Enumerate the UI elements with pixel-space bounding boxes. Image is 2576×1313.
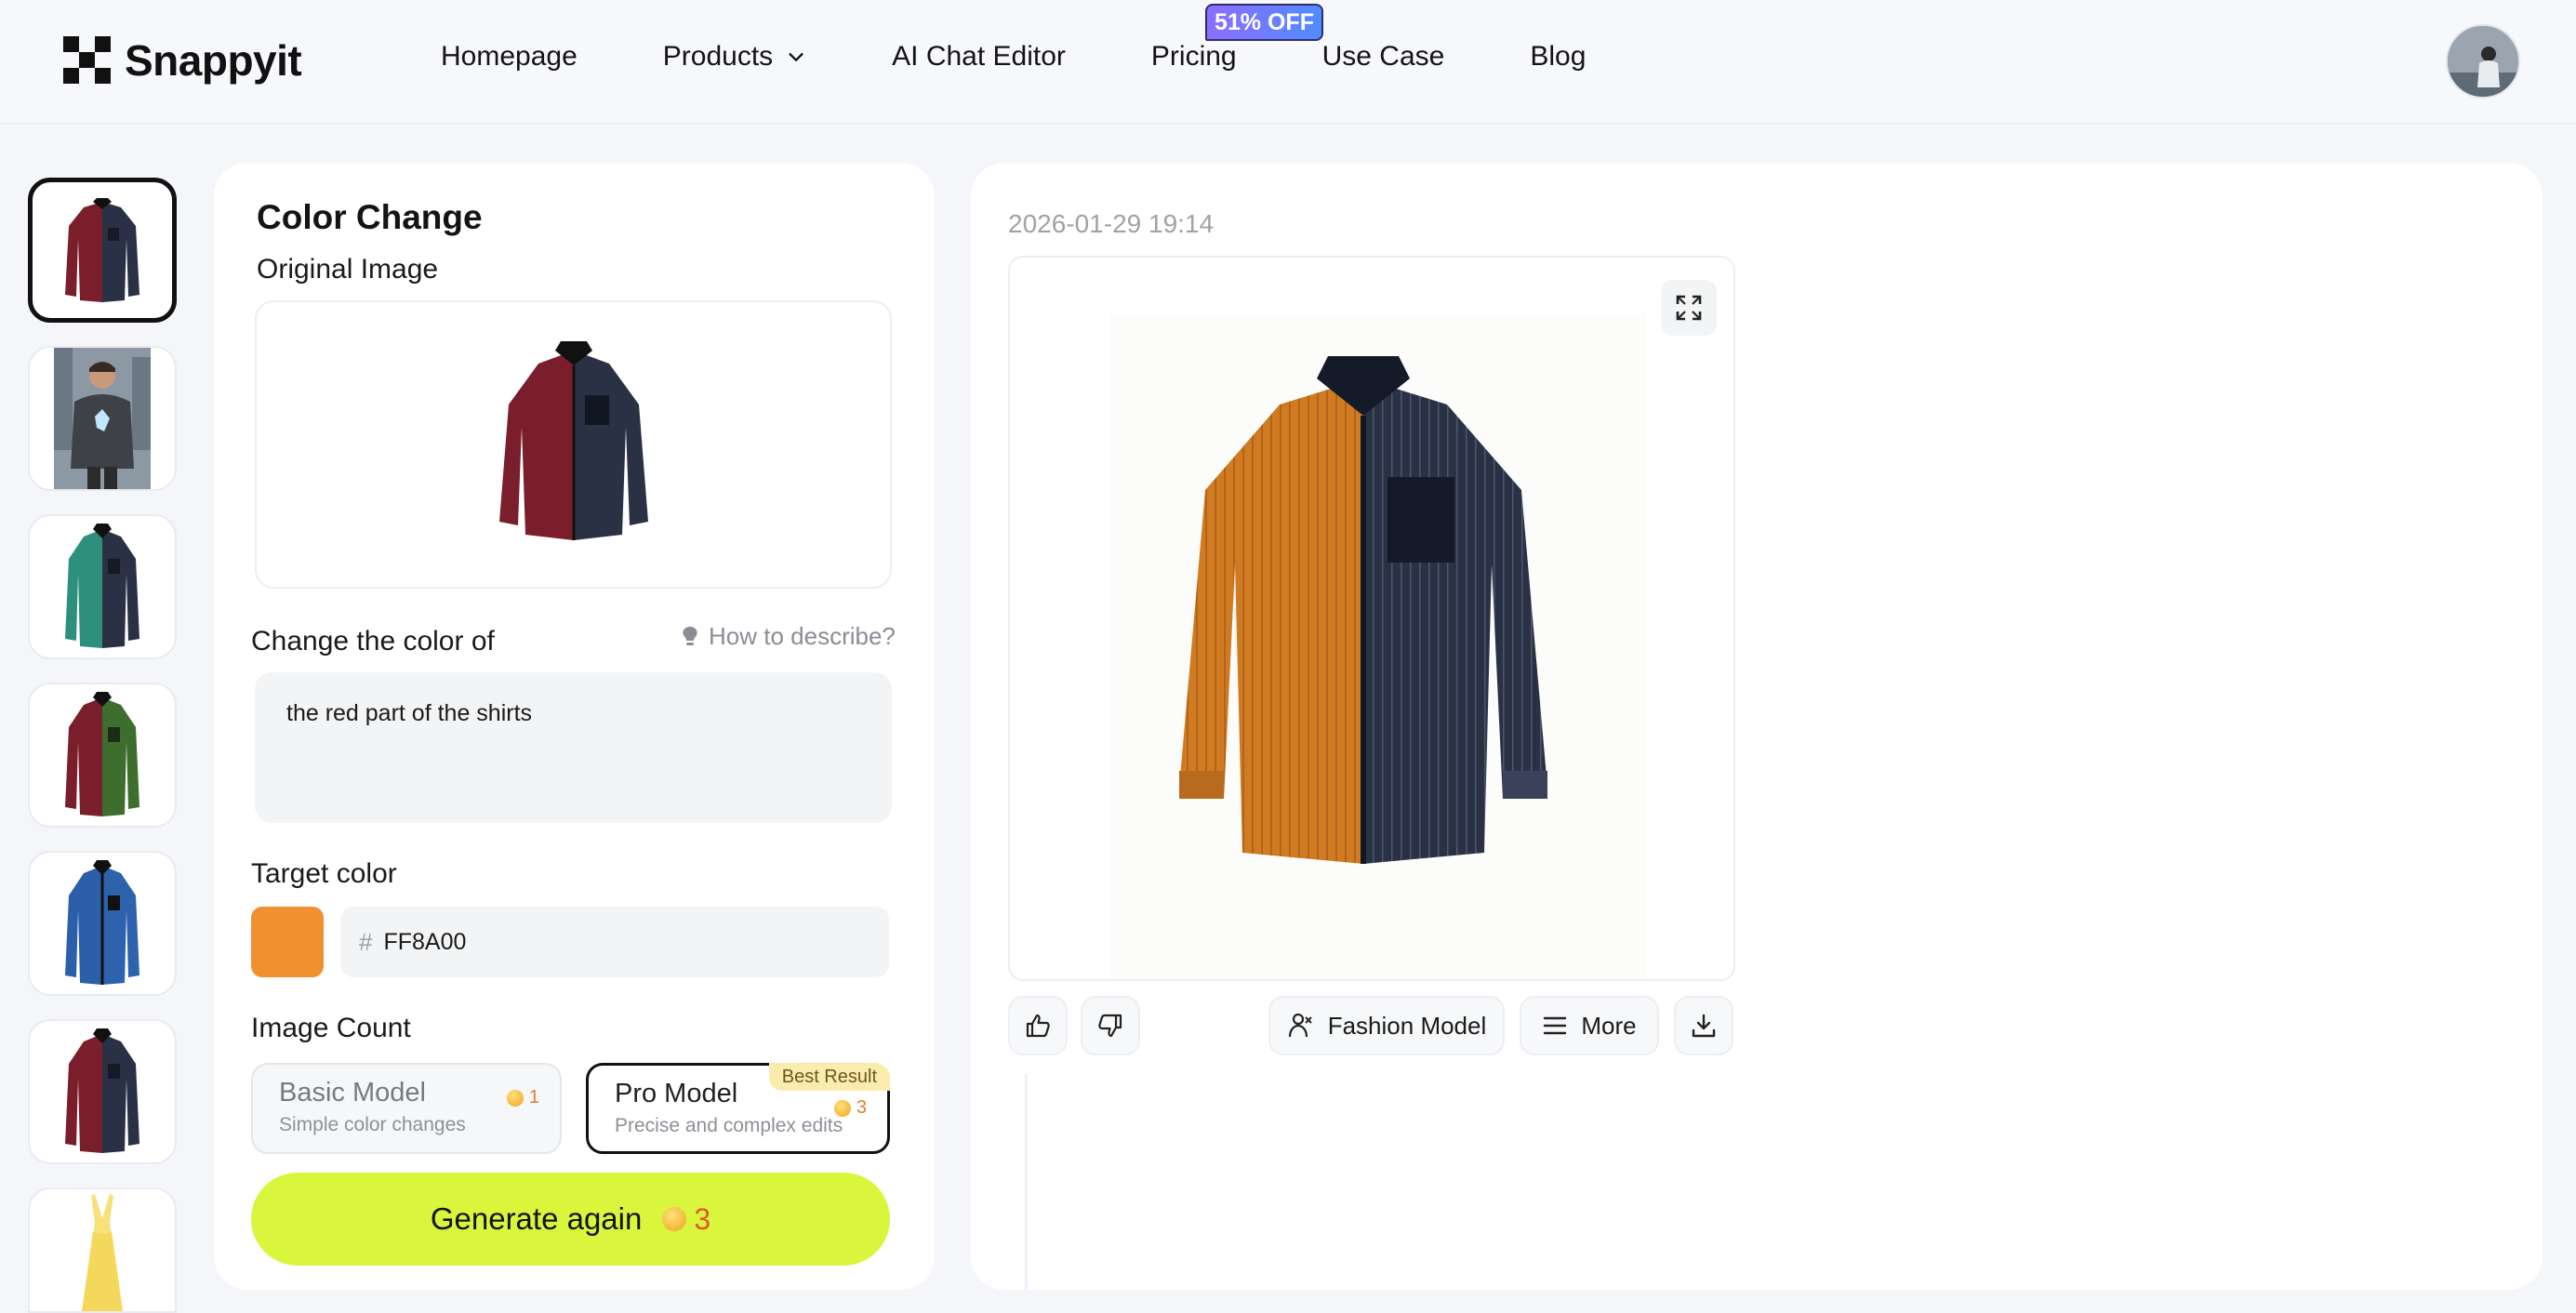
original-image-label: Original Image [257,254,439,285]
basic-model-desc: Simple color changes [279,1114,466,1135]
main-nav: Homepage Products AI Chat Editor Pricing… [441,41,1586,73]
nav-products-label: Products [662,41,774,72]
color-swatch-picker[interactable] [251,907,324,977]
top-nav-bar: Snappyit Homepage Products AI Chat Edito… [0,0,2576,125]
hex-color-input[interactable]: # FF8A00 [340,907,889,977]
dress-thumbnail-image [82,1193,123,1311]
result-shirt-image [1179,356,1547,864]
divider-line [1025,1074,1028,1290]
expand-button[interactable] [1661,280,1717,336]
result-timestamp: 2026-01-29 19:14 [1008,209,1215,238]
coin-icon [833,1099,851,1117]
hoodie-thumbnail-image [54,348,151,489]
expand-icon [1676,295,1702,321]
thumbs-down-icon [1098,1014,1122,1038]
hex-value: FF8A00 [383,928,467,955]
like-button[interactable] [1008,996,1068,1055]
nav-homepage[interactable]: Homepage [441,41,578,73]
how-to-describe-link[interactable]: How to describe? [679,622,896,651]
download-icon [1692,1014,1716,1038]
panel-title: Color Change [257,198,483,236]
generate-cost: 3 [662,1202,710,1237]
coin-icon [506,1089,524,1107]
chevron-down-icon [789,53,803,61]
shirt-thumbnail-image [65,1028,139,1153]
generate-label: Generate again [430,1201,643,1236]
shirt-thumbnail-image [65,198,139,302]
dislike-button[interactable] [1081,996,1140,1055]
color-change-panel: Color Change Original Image Change the c… [214,163,935,1290]
menu-icon [1544,1016,1567,1035]
result-panel: 2026-01-29 19:14 Fashion Model More [971,163,2543,1290]
change-color-label: Change the color of [251,626,495,656]
fashion-model-label: Fashion Model [1327,1011,1487,1040]
more-label: More [1581,1011,1637,1040]
thumbnail-teal-navy-shirt[interactable] [28,514,177,659]
pro-model-option[interactable]: Best Result Pro Model Precise and comple… [586,1063,890,1154]
nav-use-case[interactable]: Use Case [1322,41,1445,73]
original-image-box[interactable] [255,300,892,589]
nav-products[interactable]: Products [663,41,806,73]
shirt-thumbnail-image [65,860,139,985]
basic-cost-value: 1 [528,1087,539,1107]
shirt-thumbnail-image [65,524,139,648]
thumbnail-red-navy-shirt[interactable] [28,178,177,323]
nav-ai-chat-editor[interactable]: AI Chat Editor [892,41,1066,73]
shirt-thumbnail-image [65,692,139,816]
avatar-photo [2448,26,2518,97]
fashion-model-button[interactable]: Fashion Model [1268,996,1505,1055]
thumbnail-blue-shirt[interactable] [28,851,177,996]
color-prompt-input[interactable]: the red part of the shirts [255,672,892,823]
more-button[interactable]: More [1520,996,1659,1055]
generate-cost-value: 3 [694,1201,711,1236]
pro-cost-value: 3 [856,1097,867,1118]
fashion-model-icon [1288,1013,1312,1038]
result-image-card[interactable] [1008,256,1735,981]
thumbnail-man-hoodie[interactable] [28,346,177,491]
image-count-label: Image Count [251,1013,411,1043]
coin-icon [662,1207,687,1231]
basic-model-cost: 1 [506,1087,539,1108]
thumbnail-red-navy-shirt-2[interactable] [28,1019,177,1164]
hash-symbol: # [359,927,373,956]
best-result-tag: Best Result [768,1063,890,1091]
user-avatar[interactable] [2446,24,2520,99]
nav-blog[interactable]: Blog [1530,41,1586,73]
brand-name: Snappyit [125,36,302,85]
target-color-label: Target color [251,858,397,889]
brand-logo[interactable]: Snappyit [63,33,302,87]
thumbnail-yellow-dress[interactable] [28,1187,177,1313]
how-to-describe-text: How to describe? [709,622,896,650]
thumbs-up-icon [1026,1014,1050,1038]
pro-model-cost: 3 [833,1097,867,1119]
discount-badge[interactable]: 51% OFF [1205,4,1323,41]
generate-again-button[interactable]: Generate again 3 [251,1173,890,1266]
basic-model-option[interactable]: Basic Model Simple color changes 1 [251,1063,562,1154]
nav-pricing[interactable]: Pricing [1151,41,1237,73]
lightbulb-icon [683,626,697,645]
original-shirt-image [498,341,648,540]
download-button[interactable] [1674,996,1733,1055]
thumbnail-red-green-shirt[interactable] [28,683,177,828]
logo-checker-icon [63,36,111,84]
